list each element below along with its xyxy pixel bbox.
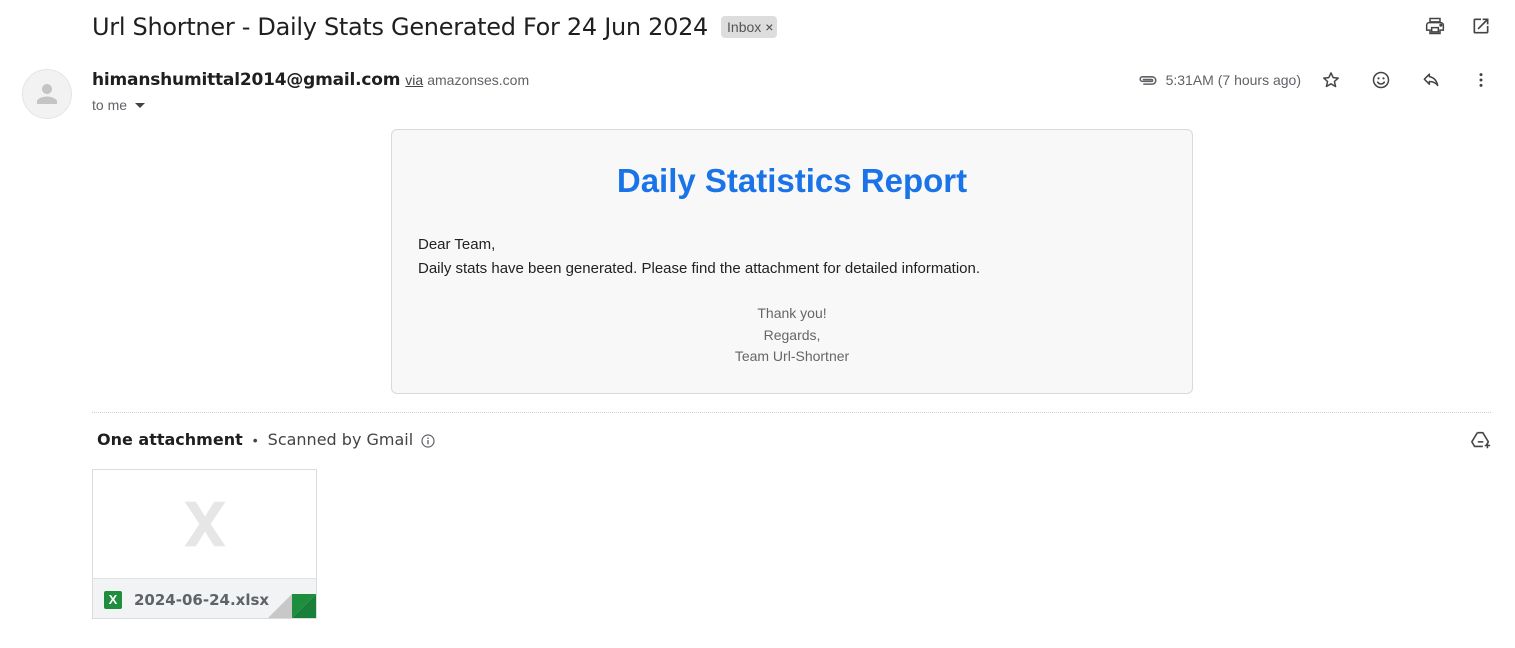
spreadsheet-x-icon bbox=[183, 501, 226, 547]
emoji-reaction-icon[interactable] bbox=[1369, 68, 1393, 92]
page-fold-icon bbox=[268, 594, 316, 618]
info-icon[interactable] bbox=[420, 432, 436, 448]
printer-icon[interactable] bbox=[1423, 14, 1447, 38]
sender-avatar[interactable] bbox=[22, 69, 72, 119]
attachment-card[interactable]: X 2024-06-24.xlsx bbox=[92, 469, 317, 619]
chevron-down-icon[interactable] bbox=[135, 102, 146, 108]
attachment-preview bbox=[93, 470, 316, 578]
attachments-header: One attachment • Scanned by Gmail bbox=[97, 430, 436, 449]
closing-line: Team Url-Shortner bbox=[734, 348, 850, 364]
closing-block: Thank you! Regards, Team Url-Shortner bbox=[392, 303, 1192, 368]
sender-line: himanshumittal2014@gmail.com via amazons… bbox=[92, 70, 529, 90]
open-in-new-window-icon[interactable] bbox=[1469, 14, 1493, 38]
report-title: Daily Statistics Report bbox=[616, 162, 968, 199]
message-text: Dear Team, Daily stats have been generat… bbox=[418, 233, 980, 281]
subject-row: Url Shortner - Daily Stats Generated For… bbox=[92, 10, 778, 44]
separator-dot: • bbox=[252, 431, 258, 448]
via-link[interactable]: via bbox=[405, 72, 423, 88]
remove-label-icon[interactable]: × bbox=[765, 19, 773, 35]
paperclip-icon bbox=[1136, 68, 1160, 92]
recipient-text: to me bbox=[92, 97, 128, 113]
sender-email[interactable]: himanshumittal2014@gmail.com bbox=[92, 70, 400, 90]
closing-line: Regards, bbox=[763, 326, 821, 343]
add-to-drive-icon[interactable] bbox=[1469, 428, 1493, 452]
greeting-line: Dear Team, bbox=[418, 236, 496, 253]
email-body-card: Daily Statistics Report Dear Team, Daily… bbox=[391, 129, 1193, 394]
label-text: Inbox bbox=[727, 19, 762, 35]
message-meta: 5:31AM (7 hours ago) bbox=[1136, 68, 1493, 92]
reply-icon[interactable] bbox=[1419, 68, 1443, 92]
inbox-label-chip[interactable]: Inbox × bbox=[721, 16, 778, 38]
attachment-filename: 2024-06-24.xlsx bbox=[134, 590, 270, 609]
message-line: Daily stats have been generated. Please … bbox=[418, 260, 981, 277]
star-icon[interactable] bbox=[1319, 68, 1343, 92]
scanned-label: Scanned by Gmail bbox=[267, 430, 414, 449]
attachments-divider bbox=[92, 412, 1491, 413]
email-subject: Url Shortner - Daily Stats Generated For… bbox=[92, 13, 709, 41]
recipient-line: to me bbox=[92, 97, 146, 113]
more-vert-icon[interactable] bbox=[1469, 68, 1493, 92]
closing-line: Thank you! bbox=[757, 305, 827, 321]
header-actions bbox=[1423, 14, 1493, 38]
excel-badge-icon: X bbox=[104, 590, 122, 609]
person-icon bbox=[37, 84, 57, 104]
via-domain: amazonses.com bbox=[427, 72, 530, 88]
message-timestamp: 5:31AM (7 hours ago) bbox=[1165, 72, 1301, 88]
attachment-count: One attachment bbox=[97, 430, 243, 449]
